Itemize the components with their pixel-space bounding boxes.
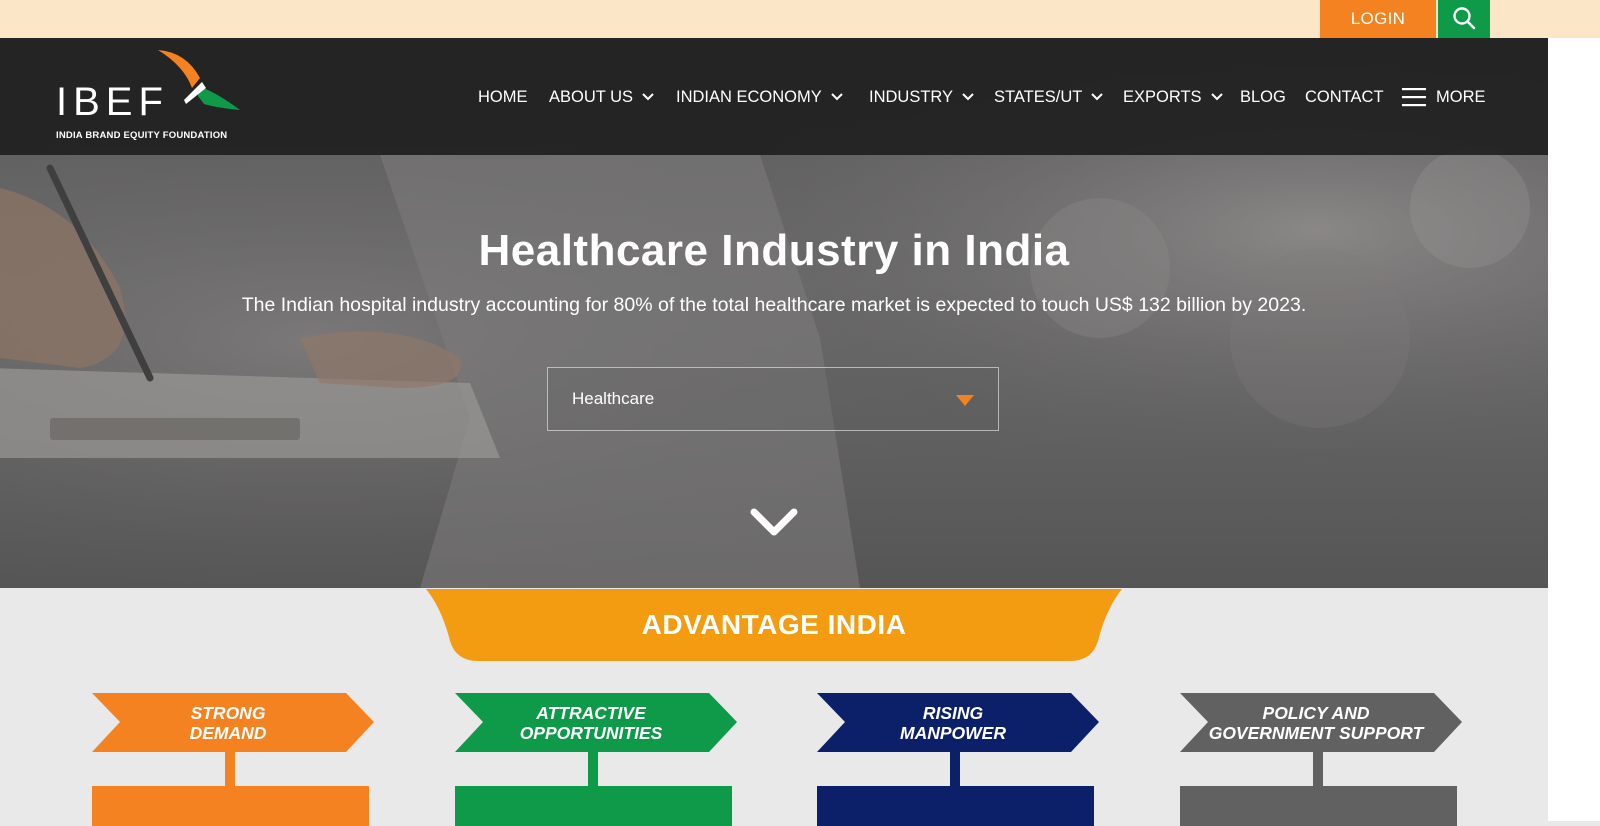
nav-label: CONTACT xyxy=(1305,87,1384,106)
scroll-down-button[interactable] xyxy=(750,506,798,540)
caret-down-icon xyxy=(956,395,974,406)
nav-label: BLOG xyxy=(1240,87,1286,106)
sector-select-value: Healthcare xyxy=(572,389,655,408)
card-connector xyxy=(1313,752,1323,786)
chevron-down-icon xyxy=(1210,93,1223,101)
login-button[interactable]: LOGIN xyxy=(1320,0,1436,38)
hamburger-icon xyxy=(1402,88,1426,107)
advantage-card-rising-manpower[interactable]: RISING MANPOWER xyxy=(817,693,1099,826)
hero-subtitle: The Indian hospital industry accounting … xyxy=(241,294,1307,316)
top-utility-bar: LOGIN xyxy=(0,0,1600,38)
card-content-box xyxy=(817,786,1094,826)
search-button[interactable] xyxy=(1438,0,1490,38)
nav-label: INDUSTRY xyxy=(869,87,954,106)
nav-label: ABOUT US xyxy=(549,87,634,106)
nav-item-about-us[interactable]: ABOUT US xyxy=(549,86,654,108)
advantage-card-attractive-opportunities[interactable]: ATTRACTIVE OPPORTUNITIES xyxy=(455,693,737,826)
card-label: STRONG DEMAND xyxy=(189,703,267,743)
chevron-down-icon xyxy=(962,93,974,101)
page-edge-strip xyxy=(1548,38,1600,821)
advantage-title: ADVANTAGE INDIA xyxy=(641,609,907,640)
logo-tagline: INDIA BRAND EQUITY FOUNDATION xyxy=(56,130,228,141)
card-label: ATTRACTIVE OPPORTUNITIES xyxy=(519,703,663,743)
nav-item-exports[interactable]: EXPORTS xyxy=(1123,86,1223,108)
page-title: Healthcare Industry in India xyxy=(478,226,1070,275)
card-label: RISING MANPOWER xyxy=(900,703,1006,743)
advantage-india-header: ADVANTAGE INDIA xyxy=(426,589,1122,661)
nav-label: EXPORTS xyxy=(1123,87,1202,106)
chevron-down-icon xyxy=(831,93,843,101)
advantage-card-policy-support[interactable]: POLICY AND GOVERNMENT SUPPORT xyxy=(1180,693,1462,826)
nav-item-industry[interactable]: INDUSTRY xyxy=(869,86,974,108)
sector-select[interactable]: Healthcare xyxy=(547,367,999,431)
nav-more-button[interactable]: MORE xyxy=(1402,86,1486,108)
nav-more-label: MORE xyxy=(1436,87,1486,106)
card-label: POLICY AND GOVERNMENT SUPPORT xyxy=(1208,703,1424,743)
chevron-down-icon xyxy=(750,508,798,536)
logo-wordmark: IBEF xyxy=(56,80,169,124)
card-connector xyxy=(225,752,235,786)
card-content-box xyxy=(455,786,732,826)
ibef-logo[interactable]: IBEF INDIA BRAND EQUITY FOUNDATION xyxy=(50,48,250,148)
nav-label: INDIAN ECONOMY xyxy=(676,87,822,106)
nav-item-contact[interactable]: CONTACT xyxy=(1305,86,1384,108)
chevron-down-icon xyxy=(1091,93,1104,101)
card-connector xyxy=(950,752,960,786)
nav-item-states-ut[interactable]: STATES/UT xyxy=(994,86,1104,108)
card-content-box xyxy=(1180,786,1457,826)
nav-item-blog[interactable]: BLOG xyxy=(1240,86,1286,108)
main-navbar: IBEF INDIA BRAND EQUITY FOUNDATION HOME … xyxy=(0,38,1548,155)
nav-label: HOME xyxy=(478,87,528,106)
card-content-box xyxy=(92,786,369,826)
advantage-card-strong-demand[interactable]: STRONG DEMAND xyxy=(92,693,374,826)
nav-label: STATES/UT xyxy=(994,87,1083,106)
nav-item-indian-economy[interactable]: INDIAN ECONOMY xyxy=(676,86,843,108)
search-icon xyxy=(1452,6,1476,33)
card-connector xyxy=(588,752,598,786)
chevron-down-icon xyxy=(642,93,654,101)
hero-banner: IBEF INDIA BRAND EQUITY FOUNDATION HOME … xyxy=(0,38,1548,588)
nav-item-home[interactable]: HOME xyxy=(478,86,528,108)
